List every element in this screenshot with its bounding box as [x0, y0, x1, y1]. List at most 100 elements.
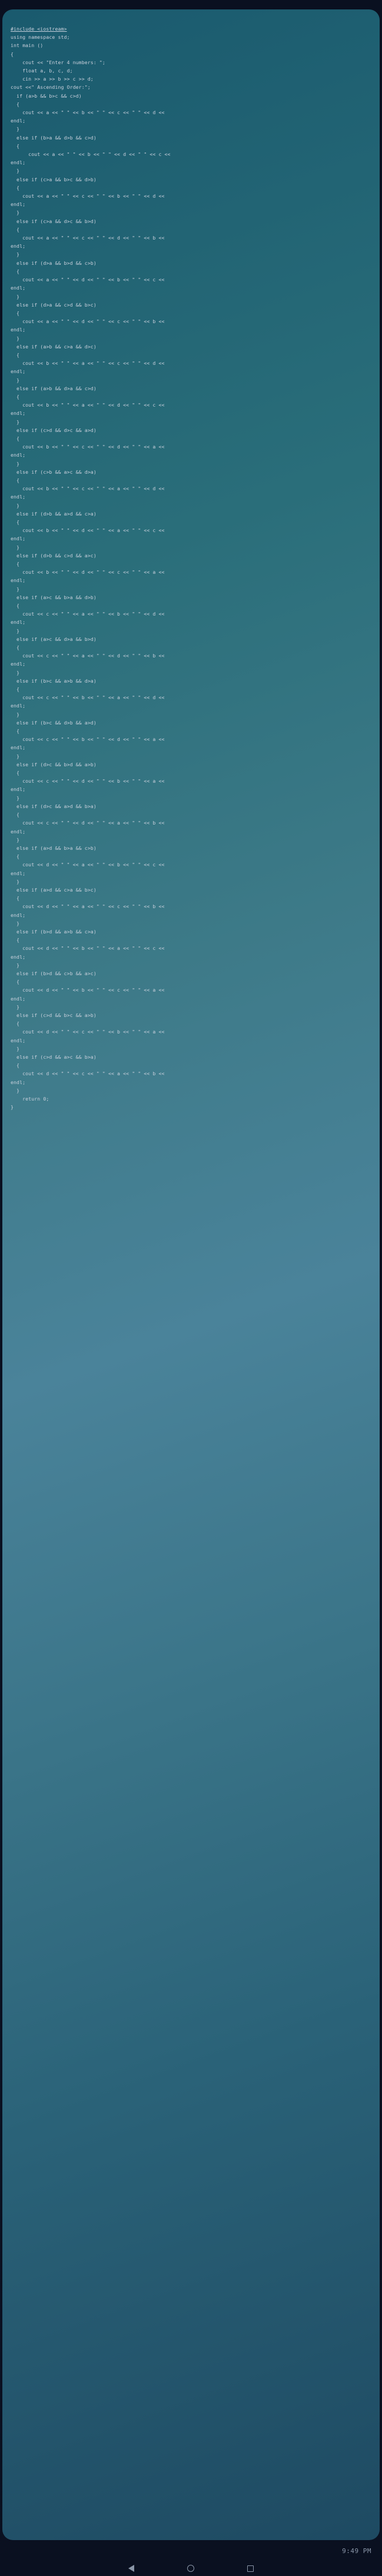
- code-line: {: [11, 978, 371, 986]
- code-line: cout << c << " " << a << " " << d << " "…: [11, 652, 371, 668]
- code-line: cout << b << " " << a << " " << c << " "…: [11, 359, 371, 375]
- code-line: }: [11, 919, 371, 928]
- code-line: {: [11, 810, 371, 819]
- code-line: {: [11, 434, 371, 443]
- code-line: }: [11, 961, 371, 969]
- code-line: #include <iostream>: [11, 25, 371, 33]
- code-line: cout << b << " " << a << " " << d << " "…: [11, 401, 371, 417]
- code-line: {: [11, 50, 371, 58]
- recents-icon[interactable]: [247, 2565, 254, 2572]
- code-line: }: [11, 208, 371, 217]
- code-line: else if (d>c && a>d && b>a): [11, 802, 371, 810]
- code-line: {: [11, 643, 371, 652]
- code-line: cout << b << " " << d << " " << a << " "…: [11, 526, 371, 543]
- clock: 9:49 PM: [342, 2547, 371, 2555]
- code-line: {: [11, 100, 371, 108]
- code-line: else if (c>b && a>c && d>a): [11, 468, 371, 476]
- code-line: cout << b << " " << d << " " << c << " "…: [11, 568, 371, 584]
- code-line: }: [11, 752, 371, 760]
- code-line: float a, b, c, d;: [11, 67, 371, 75]
- code-line: cout << a << " " << b << " " << d << " "…: [11, 150, 371, 167]
- code-line: else if (b>d && c>b && a>c): [11, 969, 371, 978]
- code-line: else if (c>d && d>c && a>d): [11, 426, 371, 434]
- code-line: {: [11, 309, 371, 317]
- code-line: cin >> a >> b >> c >> d;: [11, 75, 371, 83]
- code-line: else if (d>c && b>d && a>b): [11, 760, 371, 769]
- code-line: {: [11, 184, 371, 192]
- code-line: return 0;: [11, 1095, 371, 1103]
- code-line: cout << b << " " << c << " " << d << " "…: [11, 443, 371, 459]
- phone-frame: #include <iostream> using namespace std;…: [0, 0, 382, 2575]
- code-line: {: [11, 769, 371, 777]
- code-line: {: [11, 852, 371, 860]
- code-line: {: [11, 1019, 371, 1028]
- code-line: else if (c>a && d>c && b>d): [11, 217, 371, 225]
- code-line: else if (b>d && a>b && c>a): [11, 928, 371, 936]
- code-line: cout <<" Ascending Order:";: [11, 83, 371, 91]
- code-line: }: [11, 877, 371, 886]
- code-line: else if (c>d && b>c && a>b): [11, 1011, 371, 1019]
- code-line: {: [11, 142, 371, 150]
- code-line: cout << d << " " << b << " " << a << " "…: [11, 944, 371, 960]
- code-line: }: [11, 1045, 371, 1053]
- code-line: {: [11, 267, 371, 275]
- code-line: }: [11, 125, 371, 133]
- code-line: }: [11, 627, 371, 635]
- code-line: }: [11, 1003, 371, 1011]
- code-line: cout << d << " " << c << " " << a << " "…: [11, 1069, 371, 1086]
- code-line: else if (a>c && b>a && d>b): [11, 593, 371, 601]
- code-line: cout << d << " " << c << " " << b << " "…: [11, 1028, 371, 1044]
- code-line: cout << c << " " << d << " " << a << " "…: [11, 819, 371, 835]
- code-line: {: [11, 685, 371, 693]
- code-panel[interactable]: #include <iostream> using namespace std;…: [2, 9, 380, 2540]
- code-line: cout << a << " " << b << " " << c << " "…: [11, 108, 371, 125]
- code-line: cout << a << " " << d << " " << c << " "…: [11, 317, 371, 334]
- code-line: else if (b>a && d>b && c>d): [11, 134, 371, 142]
- code-line: using namespace std;: [11, 33, 371, 41]
- code-line: cout << c << " " << a << " " << b << " "…: [11, 610, 371, 626]
- status-bar: [0, 0, 382, 8]
- code-line: else if (c>d && a>c && b>a): [11, 1053, 371, 1061]
- android-navbar: [0, 2561, 382, 2575]
- back-icon[interactable]: [128, 2565, 134, 2572]
- code-line: }: [11, 1103, 371, 1111]
- home-icon[interactable]: [187, 2565, 194, 2572]
- code-line: {: [11, 601, 371, 610]
- code-line: }: [11, 794, 371, 802]
- code-line: {: [11, 1061, 371, 1069]
- code-line: }: [11, 585, 371, 593]
- code-line: cout << b << " " << c << " " << a << " "…: [11, 484, 371, 501]
- code-line: }: [11, 334, 371, 343]
- code-line: else if (a>c && d>a && b>d): [11, 635, 371, 643]
- code-line: cout << a << " " << c << " " << b << " "…: [11, 192, 371, 208]
- code-line: }: [11, 250, 371, 258]
- code-line: }: [11, 501, 371, 510]
- code-line: {: [11, 225, 371, 234]
- code-line: {: [11, 560, 371, 568]
- code-line: else if (a>d && c>a && b>c): [11, 886, 371, 894]
- code-line: {: [11, 936, 371, 944]
- code-line: }: [11, 1086, 371, 1095]
- code-line: {: [11, 518, 371, 526]
- code-line: int main (): [11, 41, 371, 49]
- code-line: else if (c>a && b>c && d>b): [11, 175, 371, 184]
- code-line: else if (d>a && b>d && c>b): [11, 259, 371, 267]
- code-line: {: [11, 727, 371, 735]
- code-line: cout << c << " " << b << " " << a << " "…: [11, 693, 371, 710]
- code-line: else if (a>b && d>a && c>d): [11, 384, 371, 393]
- code-line: cout << d << " " << a << " " << c << " "…: [11, 902, 371, 919]
- code-line: }: [11, 292, 371, 301]
- code-line: else if (b>c && a>b && d>a): [11, 677, 371, 685]
- code-line: }: [11, 710, 371, 719]
- code-line: {: [11, 894, 371, 902]
- code-line: if (a>b && b>c && c>d): [11, 92, 371, 100]
- code-line: else if (a>d && b>a && c>b): [11, 844, 371, 852]
- code-line: {: [11, 351, 371, 359]
- code-line: }: [11, 418, 371, 426]
- bottom-bar: 9:49 PM: [0, 2540, 382, 2561]
- code-line: else if (a>b && c>a && d>c): [11, 343, 371, 351]
- code-line: }: [11, 836, 371, 844]
- code-line: {: [11, 476, 371, 484]
- code-line: cout << a << " " << c << " " << d << " "…: [11, 234, 371, 250]
- code-line: cout << c << " " << d << " " << b << " "…: [11, 777, 371, 793]
